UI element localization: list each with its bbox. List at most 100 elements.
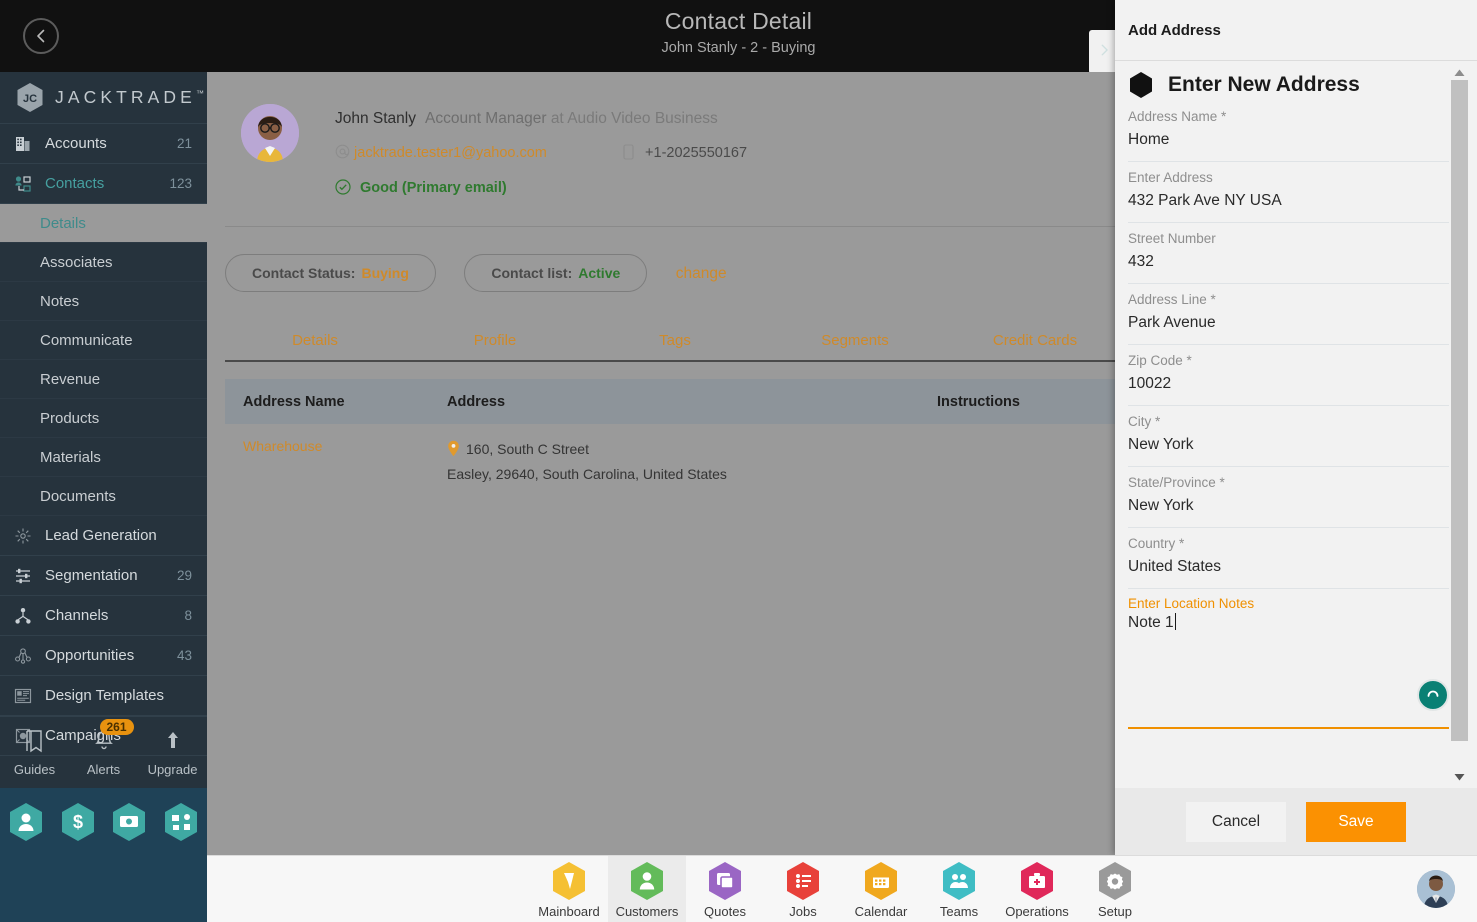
- workflow-icon[interactable]: [163, 802, 199, 842]
- sidebar-tool-label: Guides: [13, 761, 56, 777]
- field-value: Park Avenue: [1128, 314, 1216, 331]
- calendar-icon: [863, 861, 899, 901]
- taskbar-item-label: Operations: [1005, 903, 1069, 919]
- taskbar-item-customers[interactable]: Customers: [608, 856, 686, 922]
- contact-phone-row[interactable]: +1-2025550167: [623, 144, 747, 161]
- sidebar-item-accounts[interactable]: Accounts 21: [0, 124, 207, 164]
- field-value: 432 Park Ave NY USA: [1128, 192, 1282, 209]
- sidebar-subitem-label: Associates: [40, 253, 113, 271]
- field-country[interactable]: Country * United States: [1128, 528, 1449, 589]
- dollar-icon[interactable]: $: [60, 802, 96, 842]
- sidebar-subitem-documents[interactable]: Documents: [0, 477, 207, 516]
- scrollbar-track[interactable]: [1451, 80, 1468, 770]
- scrollbar-thumb[interactable]: [1451, 80, 1468, 741]
- cash-icon[interactable]: [111, 802, 147, 842]
- taskbar-item-jobs[interactable]: Jobs: [764, 856, 842, 922]
- sidebar-tool-alerts[interactable]: 261 Alerts: [72, 718, 136, 777]
- sidebar-item-count: 29: [176, 568, 192, 583]
- sidebar-subitem-label: Products: [40, 409, 100, 427]
- app-logo[interactable]: JC JACKTRADE™: [0, 72, 207, 124]
- field-street-number[interactable]: Street Number 432: [1128, 223, 1449, 284]
- status-pill-row: Contact Status: Buying Contact list: Act…: [225, 254, 727, 292]
- sidebar-subitem-materials[interactable]: Materials: [0, 438, 207, 477]
- sidebar-item-opportunities[interactable]: Opportunities 43: [0, 636, 207, 676]
- field-state-province[interactable]: State/Province * New York: [1128, 467, 1449, 528]
- save-button[interactable]: Save: [1306, 801, 1406, 842]
- tab-segments[interactable]: Segments: [765, 332, 945, 349]
- field-zip-code[interactable]: Zip Code * 10022: [1128, 345, 1449, 406]
- sidebar-subitem-communicate[interactable]: Communicate: [0, 321, 207, 360]
- operations-icon: [1019, 861, 1055, 901]
- field-enter-address[interactable]: Enter Address 432 Park Ave NY USA: [1128, 162, 1449, 223]
- sidebar-item-count: 43: [176, 648, 192, 663]
- tab-details[interactable]: Details: [225, 332, 405, 349]
- taskbar-item-operations[interactable]: Operations: [998, 856, 1076, 922]
- jacktrade-logo-icon: JC: [16, 82, 44, 113]
- sidebar-item-label: Lead Generation: [45, 527, 157, 544]
- contact-company: Audio Video Business: [567, 110, 718, 127]
- bell-icon: [92, 730, 116, 759]
- sidebar-subitem-notes[interactable]: Notes: [0, 282, 207, 321]
- sidebar-subitem-details[interactable]: Details: [0, 204, 207, 243]
- sidebar-tool-guides[interactable]: Guides: [3, 729, 67, 777]
- trademark-symbol: ™: [195, 89, 204, 99]
- field-address-name[interactable]: Address Name * Home: [1128, 101, 1449, 162]
- contact-email-row[interactable]: jacktrade.tester1@yahoo.com: [335, 144, 547, 161]
- sidebar-item-channels[interactable]: Channels 8: [0, 596, 207, 636]
- field-value-wrapper: Note 1: [1128, 613, 1449, 632]
- taskbar-item-label: Quotes: [704, 903, 746, 919]
- sidebar-subitem-products[interactable]: Products: [0, 399, 207, 438]
- alerts-badge: 261: [99, 718, 134, 735]
- column-header-address-name: Address Name: [243, 393, 345, 410]
- chevron-right-icon: [1097, 42, 1111, 63]
- channels-icon: [14, 606, 36, 626]
- sidebar-tool-upgrade[interactable]: Upgrade: [141, 729, 205, 777]
- taskbar-item-setup[interactable]: Setup: [1076, 856, 1154, 922]
- tab-profile[interactable]: Profile: [405, 332, 585, 349]
- sidebar-item-count: 123: [169, 176, 192, 191]
- taskbar-item-label: Jobs: [789, 903, 817, 919]
- contact-list-pill[interactable]: Contact list: Active: [464, 254, 648, 292]
- app-logo-text: JACKTRADE™: [55, 87, 204, 108]
- mic-arc-icon: [1424, 684, 1442, 707]
- hexagon-icon: [1128, 71, 1154, 99]
- field-location-notes[interactable]: Enter Location Notes Note 1: [1128, 589, 1449, 739]
- cell-address-name[interactable]: Wharehouse: [225, 438, 447, 509]
- sidebar-item-label: Contacts: [45, 175, 105, 192]
- user-avatar[interactable]: [1417, 870, 1455, 908]
- sidebar-subitem-label: Documents: [40, 487, 116, 505]
- cancel-button[interactable]: Cancel: [1186, 801, 1286, 842]
- contact-at-text: at: [550, 110, 564, 127]
- tab-credit-cards[interactable]: Credit Cards: [945, 332, 1125, 349]
- field-label: Country *: [1128, 536, 1185, 551]
- taskbar-item-calendar[interactable]: Calendar: [842, 856, 920, 922]
- contact-status-pill[interactable]: Contact Status: Buying: [225, 254, 436, 292]
- field-city[interactable]: City * New York: [1128, 406, 1449, 467]
- scroll-up-arrow[interactable]: [1451, 66, 1468, 80]
- field-value: New York: [1128, 497, 1194, 514]
- field-label: State/Province *: [1128, 475, 1225, 490]
- sidebar-quick-actions: $: [0, 788, 207, 855]
- tab-tags[interactable]: Tags: [585, 332, 765, 349]
- book-icon: [23, 729, 47, 759]
- taskbar-left-strip: [0, 855, 207, 922]
- taskbar-item-quotes[interactable]: Quotes: [686, 856, 764, 922]
- taskbar-item-mainboard[interactable]: Mainboard: [530, 856, 608, 922]
- change-link[interactable]: change: [676, 265, 727, 283]
- taskbar-item-teams[interactable]: Teams: [920, 856, 998, 922]
- sidebar-item-count: 8: [184, 608, 192, 623]
- voice-input-button[interactable]: [1417, 679, 1449, 711]
- taskbar-item-label: Mainboard: [538, 903, 600, 919]
- sidebar-subitem-associates[interactable]: Associates: [0, 243, 207, 282]
- sidebar-subitem-revenue[interactable]: Revenue: [0, 360, 207, 399]
- panel-scrollbar[interactable]: [1451, 66, 1468, 784]
- person-icon[interactable]: [8, 802, 44, 842]
- sidebar-item-design-templates[interactable]: Design Templates: [0, 676, 207, 716]
- sidebar-item-lead-generation[interactable]: Lead Generation: [0, 516, 207, 556]
- sidebar-item-segmentation[interactable]: Segmentation 29: [0, 556, 207, 596]
- field-address-line[interactable]: Address Line * Park Avenue: [1128, 284, 1449, 345]
- scroll-down-arrow[interactable]: [1451, 770, 1468, 784]
- teams-icon: [941, 861, 977, 901]
- email-status: Good (Primary email): [335, 179, 507, 196]
- sidebar-item-contacts[interactable]: Contacts 123: [0, 164, 207, 204]
